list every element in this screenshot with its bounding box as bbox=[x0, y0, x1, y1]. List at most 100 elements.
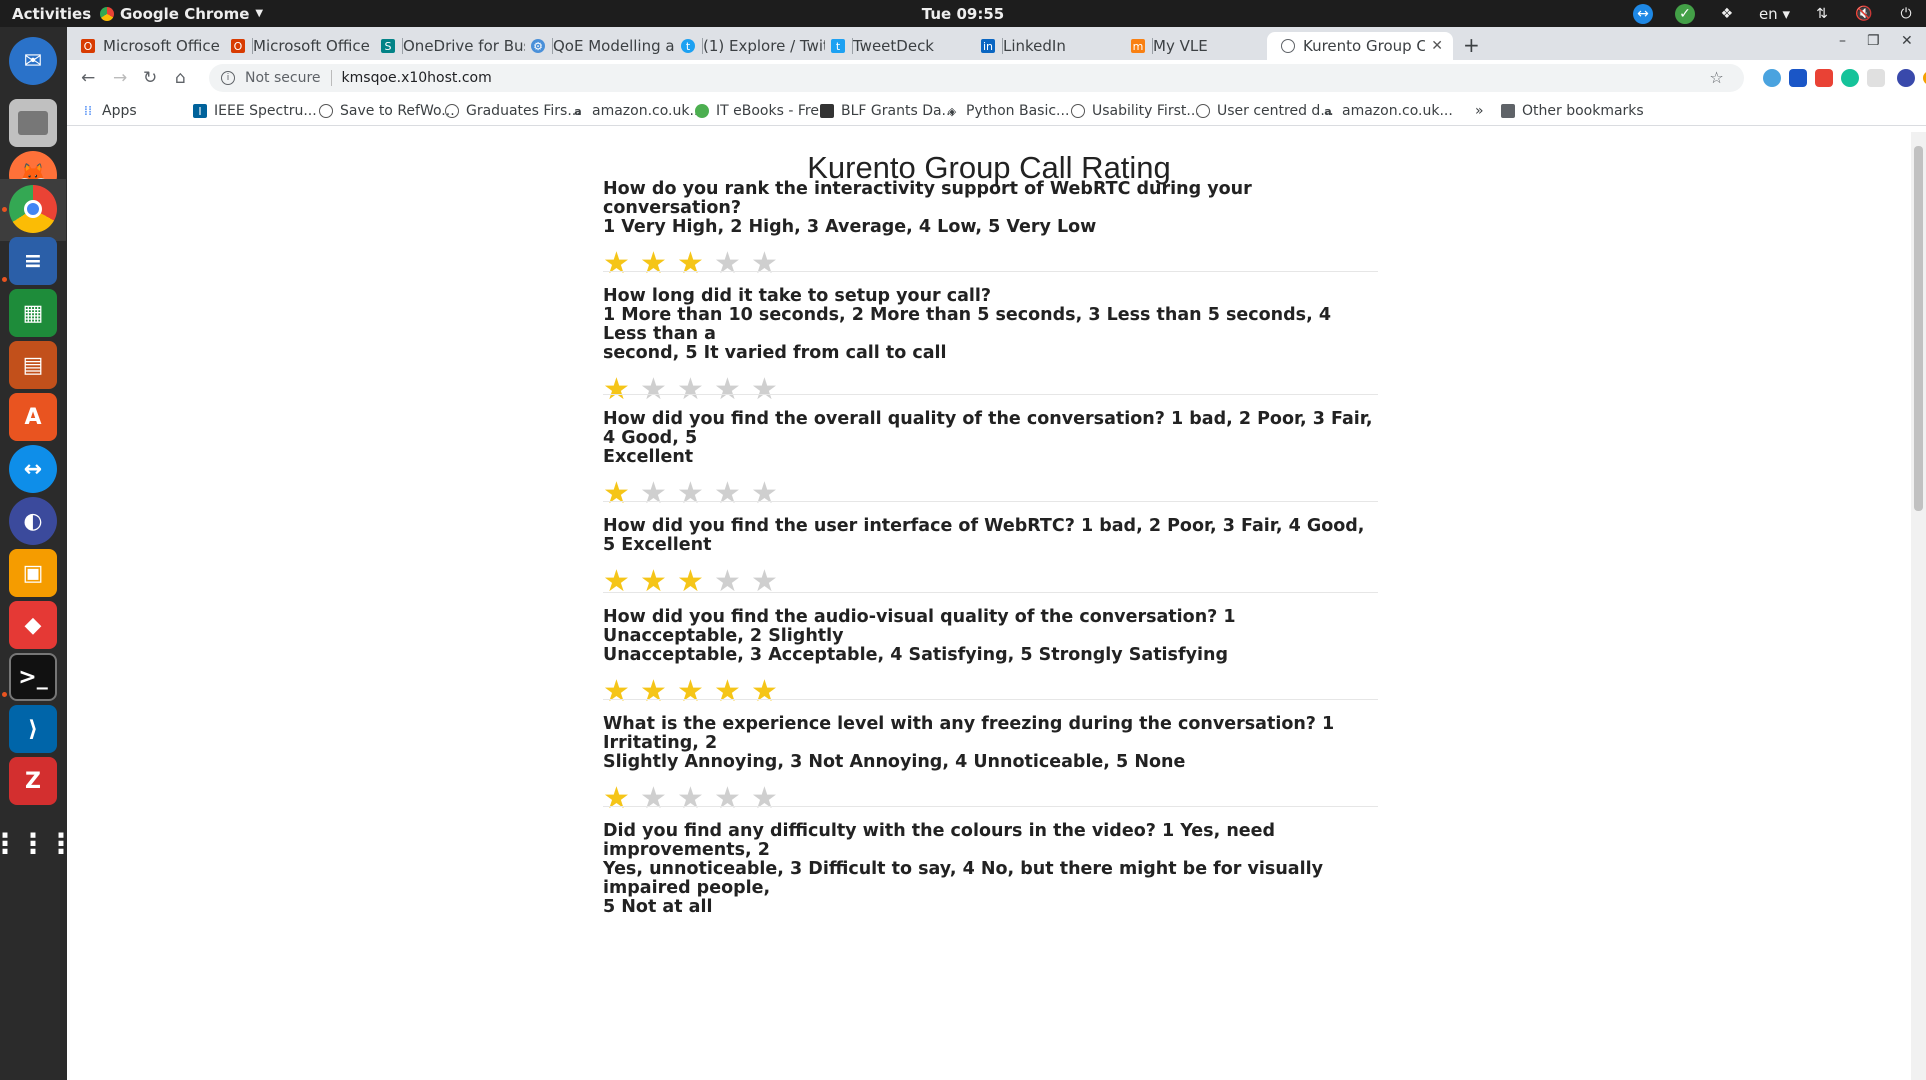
zotero-icon[interactable]: Z bbox=[9, 757, 57, 805]
new-tab-button[interactable]: + bbox=[1463, 33, 1480, 57]
anydesk-icon[interactable]: ◆ bbox=[9, 601, 57, 649]
star-icon[interactable]: ★ bbox=[751, 247, 778, 281]
url-text[interactable]: kmsqoe.x10host.com bbox=[342, 70, 492, 86]
close-window-button[interactable]: ✕ bbox=[1901, 33, 1913, 49]
star-icon[interactable]: ★ bbox=[714, 477, 741, 511]
bookmark-item[interactable]: a amazon.co.uk... bbox=[1321, 103, 1453, 119]
close-icon[interactable]: ✕ bbox=[1431, 38, 1443, 54]
clock[interactable]: Tue 09:55 bbox=[922, 5, 1004, 23]
show-applications-icon[interactable]: ⋮⋮⋮ bbox=[0, 819, 75, 867]
scrollbar-thumb[interactable] bbox=[1914, 146, 1923, 511]
star-icon[interactable]: ★ bbox=[714, 247, 741, 281]
overflow-label: » bbox=[1475, 103, 1484, 119]
profile-avatar[interactable] bbox=[1897, 69, 1915, 87]
star-icon[interactable]: ★ bbox=[603, 782, 630, 816]
bookmark-item[interactable]: a amazon.co.uk... bbox=[571, 103, 703, 119]
teamviewer-icon[interactable]: ↔ bbox=[9, 445, 57, 493]
grammarly-icon[interactable] bbox=[1841, 69, 1859, 87]
bookmark-item[interactable]: BLF Grants Da... bbox=[820, 103, 955, 119]
calc-icon[interactable]: ▦ bbox=[9, 289, 57, 337]
star-icon[interactable]: ★ bbox=[677, 675, 704, 709]
bookmark-item[interactable]: Graduates Firs... bbox=[445, 103, 581, 119]
document-extension-icon[interactable] bbox=[1867, 69, 1885, 87]
star-icon[interactable]: ★ bbox=[677, 247, 704, 281]
app-menu[interactable]: Google Chrome ▼ bbox=[100, 5, 263, 23]
star-icon[interactable]: ★ bbox=[640, 373, 667, 407]
bookmark-item[interactable]: Save to RefWo... bbox=[319, 103, 455, 119]
thunderbird-icon[interactable]: ✉ bbox=[9, 37, 57, 85]
divider bbox=[603, 271, 1378, 272]
writer-icon[interactable]: ≡ bbox=[9, 237, 57, 285]
bookmark-star-icon[interactable]: ☆ bbox=[1703, 61, 1730, 95]
star-icon[interactable]: ★ bbox=[603, 675, 630, 709]
star-icon[interactable]: ★ bbox=[640, 247, 667, 281]
star-icon[interactable]: ★ bbox=[714, 675, 741, 709]
network-icon[interactable]: ⇅ bbox=[1812, 4, 1832, 24]
scrollbar[interactable] bbox=[1911, 132, 1926, 1080]
star-icon[interactable]: ★ bbox=[714, 565, 741, 599]
star-icon[interactable]: ★ bbox=[677, 373, 704, 407]
chrome-dock-icon[interactable] bbox=[9, 185, 57, 233]
star-icon[interactable]: ★ bbox=[677, 565, 704, 599]
bookmark-item[interactable]: ◈ Python Basic... bbox=[945, 103, 1070, 119]
graduation-extension-icon[interactable] bbox=[1789, 69, 1807, 87]
power-icon[interactable]: ⏻ bbox=[1896, 4, 1916, 24]
software-center-icon[interactable]: A bbox=[9, 393, 57, 441]
acrobat-extension-icon[interactable] bbox=[1815, 69, 1833, 87]
star-rating: ★ ★ ★ ★ ★ bbox=[603, 675, 1378, 709]
star-icon[interactable]: ★ bbox=[603, 477, 630, 511]
cloud-extension-icon[interactable] bbox=[1763, 69, 1781, 87]
question-line: second, 5 It varied from call to call bbox=[603, 343, 947, 363]
star-icon[interactable]: ★ bbox=[603, 565, 630, 599]
browser-toolbar: ← → ↻ ⌂ i Not secure kmsqoe.x10host.com … bbox=[67, 60, 1926, 96]
star-icon[interactable]: ★ bbox=[751, 373, 778, 407]
star-icon[interactable]: ★ bbox=[640, 477, 667, 511]
file-manager-icon[interactable] bbox=[9, 99, 57, 147]
star-icon[interactable]: ★ bbox=[640, 675, 667, 709]
bookmark-apps[interactable]: ⁞⁞ Apps bbox=[81, 103, 137, 119]
linkedin-icon: in bbox=[981, 39, 995, 53]
forward-button[interactable]: → bbox=[113, 68, 127, 88]
restore-button[interactable]: ❐ bbox=[1867, 33, 1880, 49]
volume-muted-icon[interactable]: 🔇 bbox=[1854, 4, 1874, 24]
star-icon[interactable]: ★ bbox=[603, 373, 630, 407]
star-icon[interactable]: ★ bbox=[640, 565, 667, 599]
eclipse-icon[interactable]: ◐ bbox=[9, 497, 57, 545]
info-icon[interactable]: i bbox=[221, 71, 235, 85]
address-bar[interactable]: i Not secure kmsqoe.x10host.com ☆ bbox=[209, 64, 1744, 92]
star-icon[interactable]: ★ bbox=[751, 675, 778, 709]
star-icon[interactable]: ★ bbox=[677, 477, 704, 511]
bookmark-label: amazon.co.uk... bbox=[1342, 103, 1453, 119]
check-tray-icon[interactable]: ✓ bbox=[1674, 3, 1695, 24]
bookmark-item[interactable]: Usability First... bbox=[1071, 103, 1200, 119]
star-icon[interactable]: ★ bbox=[603, 247, 630, 281]
star-icon[interactable]: ★ bbox=[751, 477, 778, 511]
bookmark-item[interactable]: IT eBooks - Fre... bbox=[695, 103, 832, 119]
terminal-icon[interactable]: >_ bbox=[9, 653, 57, 701]
question-line: How did you find the user interface of W… bbox=[603, 516, 1365, 555]
star-icon[interactable]: ★ bbox=[640, 782, 667, 816]
home-button[interactable]: ⌂ bbox=[175, 68, 186, 88]
minimize-button[interactable]: – bbox=[1839, 33, 1846, 49]
reload-button[interactable]: ↻ bbox=[143, 68, 157, 88]
star-icon[interactable]: ★ bbox=[751, 565, 778, 599]
other-bookmarks[interactable]: Other bookmarks bbox=[1501, 103, 1644, 119]
virtualbox-icon[interactable]: ▣ bbox=[9, 549, 57, 597]
bookmark-item[interactable]: User centred d... bbox=[1196, 103, 1334, 119]
office-icon: O bbox=[231, 39, 245, 53]
star-icon[interactable]: ★ bbox=[714, 782, 741, 816]
impress-icon[interactable]: ▤ bbox=[9, 341, 57, 389]
star-icon[interactable]: ★ bbox=[714, 373, 741, 407]
star-icon[interactable]: ★ bbox=[751, 782, 778, 816]
bookmarks-overflow-button[interactable]: » bbox=[1475, 103, 1484, 119]
bookmark-label: IEEE Spectru... bbox=[214, 103, 317, 119]
dropbox-tray-icon[interactable]: ❖ bbox=[1717, 4, 1737, 24]
bookmark-item[interactable]: I IEEE Spectru... bbox=[193, 103, 317, 119]
vscode-icon[interactable]: ⟩ bbox=[9, 705, 57, 753]
star-icon[interactable]: ★ bbox=[677, 782, 704, 816]
language-indicator[interactable]: en ▾ bbox=[1759, 5, 1790, 23]
back-button[interactable]: ← bbox=[81, 68, 95, 88]
activities-button[interactable]: Activities bbox=[0, 5, 100, 23]
tab-kurento-group-call[interactable]: Kurento Group Ca ✕ bbox=[1267, 32, 1453, 60]
teamviewer-tray-icon[interactable]: ↔ bbox=[1632, 3, 1653, 24]
